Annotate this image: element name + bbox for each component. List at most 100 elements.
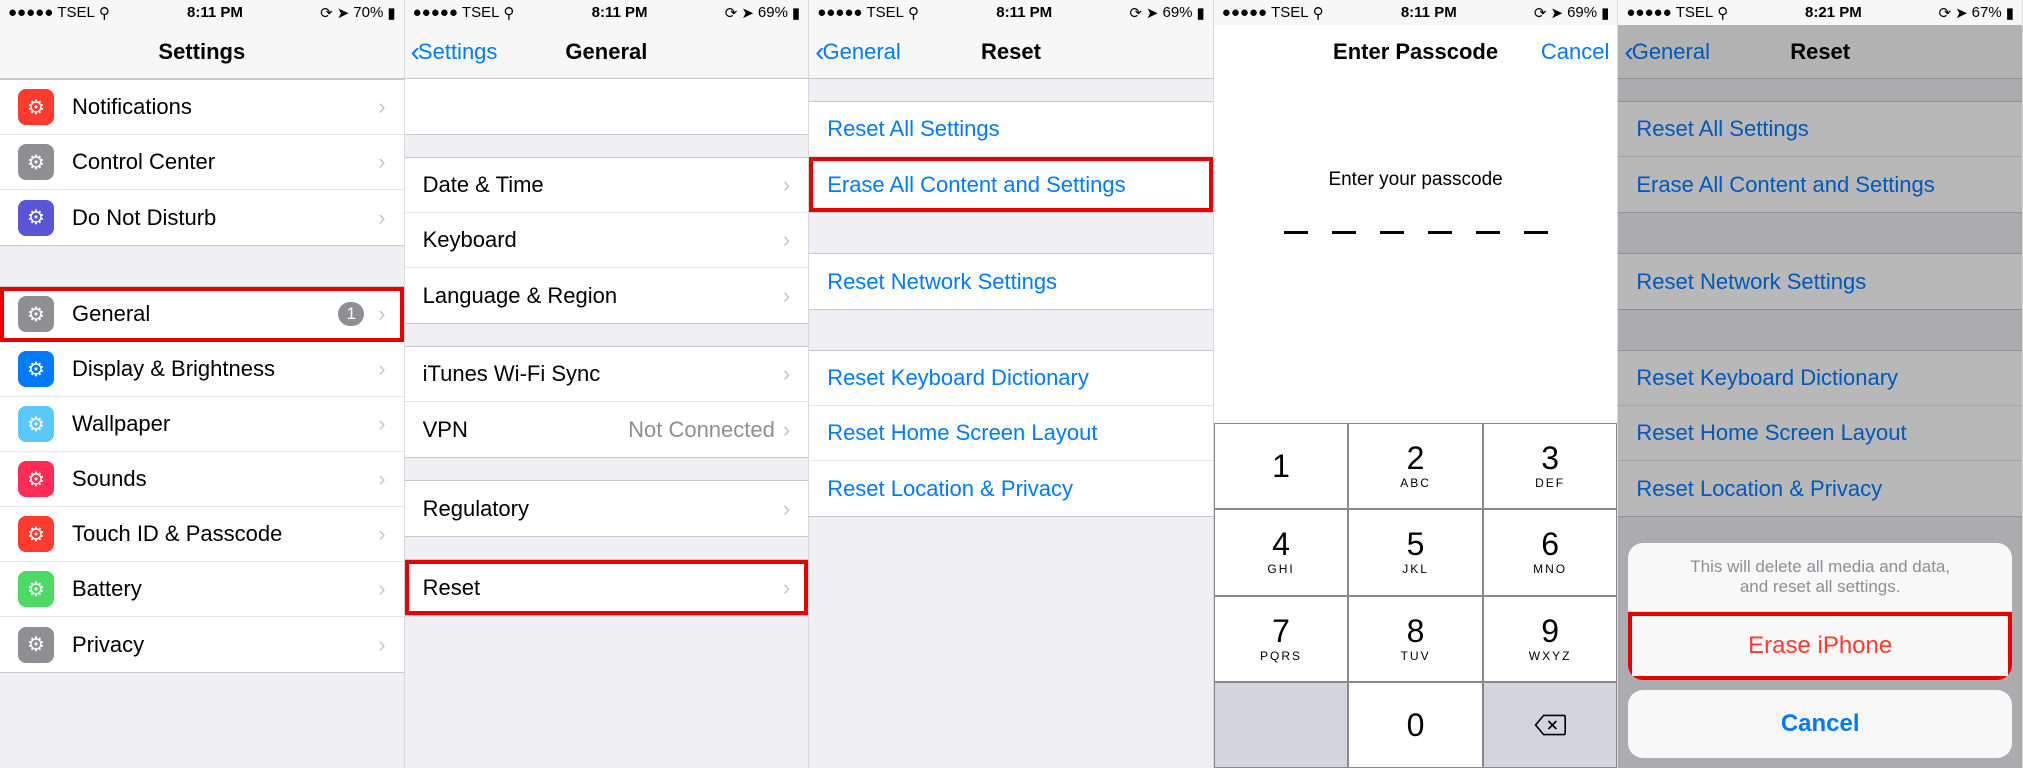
row-reset-location-privacy[interactable]: Reset Location & Privacy (1618, 461, 2022, 516)
row-reset-network-settings[interactable]: Reset Network Settings (809, 254, 1213, 309)
chevron-right-icon: › (378, 411, 385, 437)
status-bar: ●●●●● TSEL ⚲ 8:11 PM ⟳ ➤ 70%▮ (0, 0, 404, 25)
row-label: Reset Home Screen Layout (827, 420, 1195, 446)
chevron-right-icon: › (378, 94, 385, 120)
back-button[interactable]: ‹General (809, 38, 901, 66)
row-label: VPN (423, 417, 629, 443)
row-erase-all-content-and-settings[interactable]: Erase All Content and Settings (1618, 157, 2022, 212)
back-button[interactable]: ‹Settings (405, 38, 498, 66)
chevron-right-icon: › (783, 172, 790, 198)
keypad-8[interactable]: 8TUV (1348, 596, 1483, 682)
row-itunes-wi-fi-sync[interactable]: iTunes Wi-Fi Sync› (405, 347, 809, 402)
key-letters: WXYZ (1529, 649, 1572, 663)
status-bar: ●●●●● TSEL ⚲ 8:21 PM ⟳ ➤ 67%▮ (1618, 0, 2022, 25)
row-label: Date & Time (423, 172, 775, 198)
row-label: Notifications (72, 94, 370, 120)
row-label: Wallpaper (72, 411, 370, 437)
delete-icon (1534, 713, 1566, 737)
nav-bar: Enter Passcode Cancel (1214, 25, 1618, 79)
row-restrictions[interactable]: … (405, 79, 809, 134)
key-number: 5 (1407, 528, 1425, 560)
row-display-brightness[interactable]: ⚙Display & Brightness› (0, 342, 404, 397)
panel-reset: ●●●●● TSEL ⚲ 8:11 PM ⟳ ➤ 69%▮ ‹General R… (809, 0, 1214, 768)
row-reset[interactable]: Reset› (405, 560, 809, 615)
privacy-icon: ⚙ (18, 627, 54, 663)
signal-dots-icon: ●●●●● (413, 4, 458, 21)
keypad-3[interactable]: 3DEF (1483, 423, 1618, 509)
keypad-delete[interactable] (1483, 682, 1618, 768)
general-icon: ⚙ (18, 296, 54, 332)
keypad-0[interactable]: 0 (1348, 682, 1483, 768)
clock: 8:11 PM (1324, 4, 1534, 21)
clock: 8:11 PM (514, 4, 724, 21)
key-number: 2 (1407, 442, 1425, 474)
control-center-icon: ⚙ (18, 144, 54, 180)
row-regulatory[interactable]: Regulatory› (405, 481, 809, 536)
location-icon: ➤ (1551, 4, 1564, 22)
key-letters: ABC (1400, 476, 1431, 490)
chevron-right-icon: › (378, 632, 385, 658)
row-label: Erase All Content and Settings (1636, 172, 2004, 198)
row-reset-keyboard-dictionary[interactable]: Reset Keyboard Dictionary (809, 351, 1213, 406)
carrier: TSEL (57, 4, 95, 21)
row-privacy[interactable]: ⚙ Privacy › (0, 617, 404, 672)
key-number: 0 (1407, 709, 1425, 741)
keypad-2[interactable]: 2 ABC (1348, 423, 1483, 509)
key-number: 1 (1272, 450, 1290, 482)
keypad-7[interactable]: 7PQRS (1214, 596, 1349, 682)
row-sounds[interactable]: ⚙Sounds› (0, 452, 404, 507)
row-label: General (72, 301, 338, 327)
row-label: Reset Keyboard Dictionary (1636, 365, 2004, 391)
signal-dots-icon: ●●●●● (1626, 4, 1671, 21)
row-label: Privacy (72, 632, 370, 658)
cancel-button[interactable]: Cancel (1628, 690, 2012, 758)
key-letters: JKL (1402, 562, 1429, 576)
erase-iphone-button[interactable]: Erase iPhone (1628, 612, 2012, 680)
refresh-icon: ⟳ (1534, 4, 1547, 22)
keypad-9[interactable]: 9WXYZ (1483, 596, 1618, 682)
row-language-region[interactable]: Language & Region› (405, 268, 809, 323)
keypad-4[interactable]: 4GHI (1214, 509, 1349, 595)
row-date-time[interactable]: Date & Time › (405, 158, 809, 213)
row-reset-home-screen-layout[interactable]: Reset Home Screen Layout (1618, 406, 2022, 461)
row-control-center[interactable]: ⚙Control Center› (0, 135, 404, 190)
do-not-disturb-icon: ⚙ (18, 200, 54, 236)
row-general[interactable]: ⚙General1› (0, 287, 404, 342)
chevron-right-icon: › (378, 205, 385, 231)
keypad-5[interactable]: 5 JKL (1348, 509, 1483, 595)
keypad-6[interactable]: 6MNO (1483, 509, 1618, 595)
clock: 8:11 PM (110, 4, 320, 21)
chevron-right-icon: › (378, 576, 385, 602)
keypad-1[interactable]: 1 (1214, 423, 1349, 509)
row-label: Reset Network Settings (1636, 269, 2004, 295)
touch-id-passcode-icon: ⚙ (18, 516, 54, 552)
row-do-not-disturb[interactable]: ⚙Do Not Disturb› (0, 190, 404, 245)
row-wallpaper[interactable]: ⚙Wallpaper› (0, 397, 404, 452)
row-reset-location-privacy[interactable]: Reset Location & Privacy (809, 461, 1213, 516)
battery-icon: ▮ (792, 4, 800, 22)
row-erase-all-content-and-settings[interactable]: Erase All Content and Settings (809, 157, 1213, 212)
notifications-icon: ⚙ (18, 89, 54, 125)
row-reset-home-screen-layout[interactable]: Reset Home Screen Layout (809, 406, 1213, 461)
wifi-icon: ⚲ (1313, 4, 1324, 22)
passcode-entry: Enter your passcode (1214, 79, 1618, 423)
clock: 8:11 PM (919, 4, 1129, 21)
location-icon: ➤ (1955, 4, 1968, 22)
row-keyboard[interactable]: Keyboard› (405, 213, 809, 268)
row-reset-network-settings[interactable]: Reset Network Settings (1618, 254, 2022, 309)
cancel-button[interactable]: Cancel (1541, 39, 1617, 65)
row-vpn[interactable]: VPNNot Connected› (405, 402, 809, 457)
signal-dots-icon: ●●●●● (1222, 4, 1267, 21)
back-button[interactable]: ‹General (1618, 38, 1710, 66)
row-touch-id-passcode[interactable]: ⚙Touch ID & Passcode› (0, 507, 404, 562)
key-number: 7 (1272, 615, 1290, 647)
row-battery[interactable]: ⚙Battery› (0, 562, 404, 617)
battery-icon: ▮ (2006, 4, 2014, 22)
row-reset-keyboard-dictionary[interactable]: Reset Keyboard Dictionary (1618, 351, 2022, 406)
keypad-blank (1214, 682, 1349, 768)
row-reset-all-settings[interactable]: Reset All Settings (809, 102, 1213, 157)
location-icon: ➤ (1146, 4, 1159, 22)
row-reset-all-settings[interactable]: Reset All Settings (1618, 102, 2022, 157)
chevron-right-icon: › (783, 227, 790, 253)
row-notifications[interactable]: ⚙ Notifications › (0, 80, 404, 135)
